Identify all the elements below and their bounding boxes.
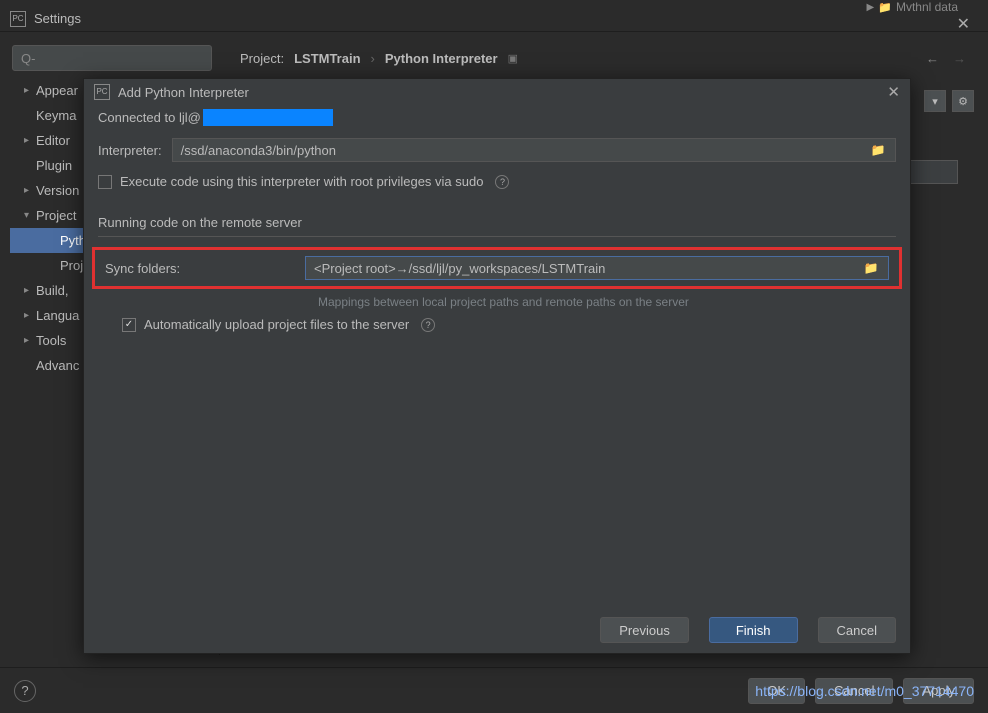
help-icon[interactable]: ?	[14, 680, 36, 702]
dialog-titlebar: PC Add Python Interpreter ✕	[84, 79, 910, 105]
breadcrumb-project: LSTMTrain	[294, 51, 360, 66]
sidebar-item-label: Langua	[36, 308, 79, 323]
chevron-right-icon: ▸	[24, 85, 36, 96]
dialog-button-row: Previous Finish Cancel	[98, 607, 896, 643]
chevron-right-icon: ▸	[24, 285, 36, 296]
interpreter-label: Interpreter:	[98, 143, 162, 158]
close-icon[interactable]: ✕	[957, 14, 970, 34]
folder-icon[interactable]: 📁	[862, 261, 880, 275]
auto-upload-row: ✓ Automatically upload project files to …	[122, 317, 896, 332]
chevron-right-icon: ▸	[24, 185, 36, 196]
pycharm-icon: PC	[94, 84, 110, 100]
sync-hint: Mappings between local project paths and…	[318, 295, 896, 309]
previous-button[interactable]: Previous	[600, 617, 689, 643]
interpreter-row: Interpreter: /ssd/anaconda3/bin/python 📁	[98, 138, 896, 162]
dialog-title: Add Python Interpreter	[118, 85, 249, 100]
breadcrumb: Project: LSTMTrain › Python Interpreter …	[240, 51, 518, 66]
chevron-right-icon: ▸	[24, 335, 36, 346]
toolbar: Q- Project: LSTMTrain › Python Interpret…	[0, 40, 988, 76]
running-section-label: Running code on the remote server	[98, 215, 896, 230]
chevron-right-icon: ›	[371, 51, 375, 66]
sidebar-item-label: Appear	[36, 83, 78, 98]
pycharm-icon: PC	[10, 11, 26, 27]
help-icon[interactable]: ?	[495, 175, 509, 189]
sidebar-item-label: Build,	[36, 283, 69, 298]
settings-title: Settings	[34, 11, 81, 26]
connected-to-row: Connected to ljl@	[98, 109, 896, 126]
sidebar-item-label: Project	[36, 208, 76, 223]
cancel-button[interactable]: Cancel	[818, 617, 896, 643]
auto-upload-checkbox[interactable]: ✓	[122, 318, 136, 332]
folder-icon[interactable]: 📁	[869, 143, 887, 157]
sudo-checkbox[interactable]	[98, 175, 112, 189]
module-icon: ▣	[508, 52, 518, 65]
separator	[98, 236, 896, 237]
help-icon[interactable]: ?	[421, 318, 435, 332]
forward-icon[interactable]: →	[953, 51, 966, 66]
sudo-label: Execute code using this interpreter with…	[120, 174, 483, 189]
connected-label: Connected to ljl@	[98, 110, 201, 125]
add-interpreter-dialog: PC Add Python Interpreter ✕ Connected to…	[83, 78, 911, 654]
sidebar-item-label: Advanc	[36, 358, 79, 373]
settings-titlebar: PC Settings ✕	[0, 6, 988, 32]
sidebar-item-label: Editor	[36, 133, 70, 148]
interpreter-input[interactable]: /ssd/anaconda3/bin/python 📁	[172, 138, 896, 162]
sudo-checkbox-row: Execute code using this interpreter with…	[98, 174, 896, 189]
sync-folders-highlight: Sync folders: <Project root>→/ssd/ljl/py…	[92, 247, 902, 289]
finish-button[interactable]: Finish	[709, 617, 798, 643]
gear-icon[interactable]: ⚙	[952, 90, 974, 112]
breadcrumb-section: Python Interpreter	[385, 51, 498, 66]
sync-folders-input[interactable]: <Project root>→/ssd/ljl/py_workspaces/LS…	[305, 256, 889, 280]
chevron-down-icon: ▾	[24, 210, 36, 221]
sidebar-item-label: Version	[36, 183, 79, 198]
sync-folders-label: Sync folders:	[105, 261, 291, 276]
sidebar-item-label: Plugin	[36, 158, 72, 173]
dropdown-button[interactable]: ▾	[924, 90, 946, 112]
back-icon[interactable]: ←	[926, 51, 939, 66]
breadcrumb-prefix: Project:	[240, 51, 284, 66]
search-input[interactable]: Q-	[12, 45, 212, 71]
sidebar-item-label: Tools	[36, 333, 66, 348]
chevron-right-icon: ▸	[24, 135, 36, 146]
connected-host-redacted	[203, 109, 333, 126]
sidebar-item-label: Keyma	[36, 108, 76, 123]
auto-upload-label: Automatically upload project files to th…	[144, 317, 409, 332]
chevron-right-icon: ▸	[24, 310, 36, 321]
close-icon[interactable]: ✕	[887, 83, 900, 101]
watermark-text: https://blog.csdn.net/m0_37714470	[755, 683, 974, 699]
